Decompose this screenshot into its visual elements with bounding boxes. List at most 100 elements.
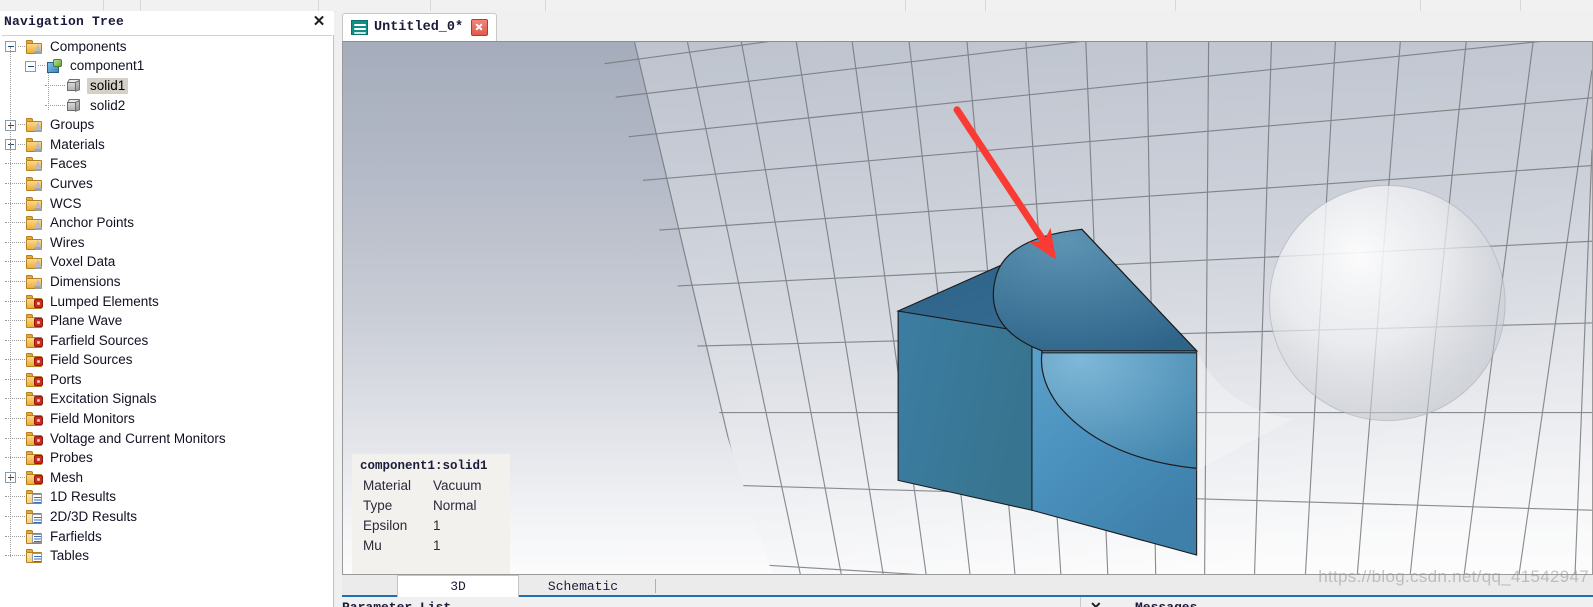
divider [655,579,656,593]
tree-connector [48,67,49,111]
watermark: https://blog.csdn.net/qq_41542947 [1318,567,1589,586]
tree-item-label: Tables [50,548,90,564]
navigation-tree[interactable]: Components component1 solid1 solid2 Groups Ma… [0,37,334,603]
tree-item-label: Anchor Points [50,215,135,231]
close-icon[interactable]: ✕ [310,13,328,31]
object-info-value: 1 [433,518,441,533]
object-info-panel: component1:solid1 Material Vacuum Type Norm… [352,454,510,574]
ribbon-separator [430,0,431,11]
folder-geometry-icon [26,216,43,231]
3d-scene [343,42,1592,574]
folder-source-icon [26,372,43,387]
tree-item-faces[interactable]: Faces [0,155,334,175]
solid-icon [66,98,83,113]
tree-item-label: solid1 [87,77,129,94]
ribbon-separator [1175,0,1176,11]
tree-item-probes[interactable]: Probes [0,448,334,468]
folder-geometry-icon [26,157,43,172]
folder-source-icon [26,353,43,368]
folder-results-icon [26,510,43,525]
ribbon-separator [140,0,141,11]
object-info-title: component1:solid1 [360,459,488,473]
tree-item-materials[interactable]: Materials [0,135,334,155]
tree-item-field-monitors[interactable]: Field Monitors [0,409,334,429]
parameter-list-title: Parameter List [342,600,451,607]
tree-item-solid2[interactable]: solid2 [0,96,334,116]
tree-item-farfield-sources[interactable]: Farfield Sources [0,331,334,351]
project-wave-icon [351,20,368,35]
ribbon-separator [103,0,104,11]
tree-item-mesh[interactable]: Mesh [0,468,334,488]
document-tab-label: Untitled_0* [374,20,464,35]
folder-geometry-icon [26,235,43,250]
folder-results-icon [26,549,43,564]
object-info-value: Normal [433,498,477,513]
tree-item-label: Mesh [50,469,84,485]
object-info-row: Epsilon 1 [360,516,502,536]
tree-item-farfields[interactable]: Farfields [0,527,334,547]
folder-geometry-icon [26,39,43,54]
object-info-value: 1 [433,538,441,553]
tree-item-lumped-elements[interactable]: Lumped Elements [0,292,334,312]
object-info-value: Vacuum [433,478,482,493]
document-tab-bar: Untitled_0* [335,11,1593,41]
folder-geometry-icon [26,274,43,289]
object-info-key: Mu [363,538,382,553]
3d-viewport[interactable]: component1:solid1 Material Vacuum Type Norm… [342,41,1593,575]
folder-source-icon [26,294,43,309]
tree-item-label: Excitation Signals [50,391,157,407]
tree-item-label: Faces [50,156,87,172]
tree-item-2d-3d-results[interactable]: 2D/3D Results [0,507,334,527]
tree-item-tables[interactable]: Tables [0,546,334,566]
folder-geometry-icon [26,118,43,133]
tree-item-label: 1D Results [50,489,117,505]
tree-item-groups[interactable]: Groups [0,115,334,135]
tree-item-wcs[interactable]: WCS [0,194,334,214]
tree-item-label: component1 [70,58,145,74]
tree-item-label: Dimensions [50,273,121,289]
tree-item-plane-wave[interactable]: Plane Wave [0,311,334,331]
document-tab-untitled-0[interactable]: Untitled_0* [342,13,498,41]
close-icon[interactable] [471,19,489,36]
solid2-sphere[interactable] [1269,184,1506,422]
collapse-icon[interactable] [25,60,36,72]
ribbon-separator [905,0,906,11]
object-info-key: Material [363,478,412,493]
ribbon-separator [1520,0,1521,11]
folder-source-icon [26,431,43,446]
tree-item-anchor-points[interactable]: Anchor Points [0,213,334,233]
object-info-row: Type Normal [360,496,502,516]
object-info-key: Type [363,498,393,513]
view-tab-schematic[interactable]: Schematic [519,575,647,597]
tree-item-label: Curves [50,175,93,191]
tree-item-curves[interactable]: Curves [0,174,334,194]
tree-item-label: Probes [50,450,93,466]
tree-item-label: Farfields [50,528,102,544]
tree-item-wires[interactable]: Wires [0,233,334,253]
tree-item-dimensions[interactable]: Dimensions [0,272,334,292]
object-info-row: Mu 1 [360,536,502,556]
tree-item-solid1[interactable]: solid1 [0,76,334,96]
folder-source-icon [26,314,43,329]
view-tab-3d[interactable]: 3D [397,575,519,597]
tree-item-1d-results[interactable]: 1D Results [0,488,334,508]
tree-item-label: Farfield Sources [50,332,149,348]
solid-icon [66,78,83,93]
tree-item-label: Voltage and Current Monitors [50,430,226,446]
tree-item-voxel-data[interactable]: Voxel Data [0,253,334,273]
tree-item-components[interactable]: Components [0,37,334,57]
folder-source-icon [26,451,43,466]
ribbon-separator [318,0,319,11]
tree-item-voltage-and-current-monitors[interactable]: Voltage and Current Monitors [0,429,334,449]
tree-item-ports[interactable]: Ports [0,370,334,390]
tree-item-field-sources[interactable]: Field Sources [0,351,334,371]
divider [2,35,332,36]
tree-connector [10,47,11,557]
navigation-tree-panel: Navigation Tree ✕ Components component1 so… [0,11,334,607]
tree-item-label: Ports [50,371,82,387]
cst-studio-window: Navigation Tree ✕ Components component1 so… [0,0,1593,607]
close-icon[interactable]: ✕ [1090,599,1102,607]
tree-item-component1[interactable]: component1 [0,57,334,77]
tree-item-excitation-signals[interactable]: Excitation Signals [0,390,334,410]
folder-source-icon [26,392,43,407]
